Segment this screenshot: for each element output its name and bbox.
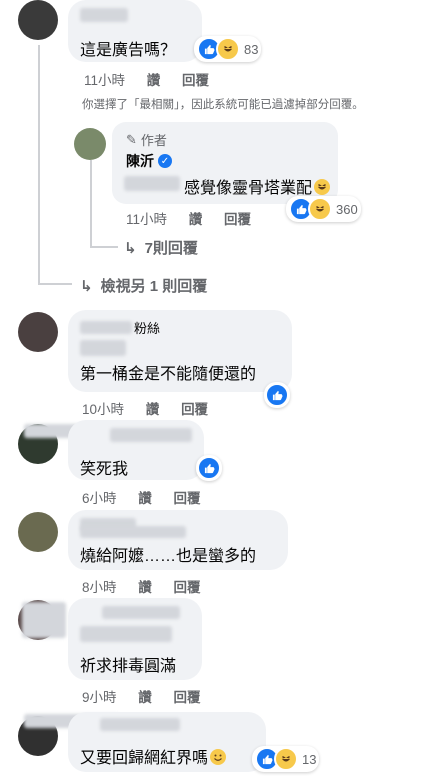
like-button[interactable]: 讚 [138, 690, 152, 705]
timestamp[interactable]: 6小時 [82, 491, 117, 506]
reply-button[interactable]: 回覆 [174, 491, 201, 506]
pencil-icon: ✎ [126, 131, 137, 147]
haha-icon [314, 179, 331, 195]
view-more-link[interactable]: ↳ 檢視另 1 則回覆 [80, 275, 207, 296]
comment-actions: 11小時 讚 回覆 [84, 69, 227, 89]
author-name[interactable] [100, 718, 180, 731]
comment-text: 這是廣告嗎？ [80, 42, 177, 59]
avatar[interactable] [18, 0, 58, 40]
timestamp[interactable]: 9小時 [82, 690, 117, 705]
author-name[interactable] [22, 602, 66, 638]
reaction-summary[interactable]: 13 [252, 746, 320, 772]
verified-badge-icon: ✓ [158, 154, 172, 168]
more-replies-link[interactable]: ↳ 7則回覆 [124, 237, 198, 258]
avatar[interactable] [18, 312, 58, 352]
author-name[interactable] [80, 8, 128, 22]
like-button[interactable]: 讚 [138, 491, 152, 506]
comment-actions: 10小時 讚 回覆 [82, 398, 226, 418]
author-name-label[interactable]: 陳沂 [126, 151, 154, 171]
reaction-count: 83 [244, 41, 259, 57]
haha-icon [274, 747, 298, 771]
reaction-summary[interactable] [264, 382, 290, 408]
comment-actions: 8小時 讚 回覆 [82, 576, 219, 596]
mention-tag[interactable] [124, 176, 180, 191]
badge-label: 作者 [140, 133, 167, 148]
reply-button[interactable]: 回覆 [174, 690, 201, 705]
reaction-summary[interactable] [196, 455, 222, 481]
reply-button[interactable]: 回覆 [181, 402, 208, 417]
reply-actions: 11小時 讚 回覆 [126, 208, 269, 228]
like-icon [265, 383, 289, 407]
like-button[interactable]: 讚 [189, 212, 203, 227]
reaction-summary[interactable]: 360 [286, 196, 361, 222]
like-icon [197, 456, 221, 480]
timestamp[interactable]: 10小時 [82, 402, 124, 417]
timestamp[interactable]: 11小時 [84, 73, 125, 88]
comment-text: 燒給阿嬤……也是蠻多的 [80, 548, 257, 565]
like-button[interactable]: 讚 [147, 73, 161, 88]
comment-text: 笑死我 [80, 461, 129, 478]
filter-note: 你選擇了「最相關」，因此系統可能已過濾掉部分回覆。 [82, 99, 364, 111]
reply-text: 感覺像靈骨塔業配 [184, 174, 331, 198]
timestamp[interactable]: 11小時 [126, 212, 167, 227]
comment-text: 祈求排毒圓滿 [80, 658, 177, 675]
haha-icon [308, 197, 332, 221]
timestamp[interactable]: 8小時 [82, 580, 117, 595]
author-name-suffix: 粉絲 [134, 321, 161, 336]
author-subtitle [80, 340, 126, 356]
more-replies-label[interactable]: 7則回覆 [145, 240, 198, 257]
author-subtitle [80, 626, 172, 642]
author-name[interactable] [102, 606, 180, 619]
reply-branch [90, 246, 118, 248]
thread-line [38, 45, 40, 285]
reply-line [90, 160, 92, 248]
reply-arrow-icon: ↳ [124, 240, 137, 257]
smile-emoji-icon [210, 749, 227, 765]
comment-text: 第一桶金是不能隨便還的 [80, 366, 257, 383]
reply-text-label: 感覺像靈骨塔業配 [184, 180, 313, 197]
author-name[interactable]: 粉絲 [80, 318, 160, 337]
reply-arrow-icon: ↳ [80, 278, 93, 295]
view-more-label[interactable]: 檢視另 1 則回覆 [101, 278, 208, 295]
reaction-count: 13 [302, 751, 317, 767]
comment-text-label: 又要回歸網紅界嗎 [80, 750, 209, 767]
reply-button[interactable]: 回覆 [224, 212, 251, 227]
author-name[interactable] [110, 428, 192, 442]
reply-button[interactable]: 回覆 [174, 580, 201, 595]
author-subtitle [80, 526, 186, 538]
avatar[interactable] [74, 128, 106, 160]
reaction-count: 360 [336, 201, 358, 217]
thread-branch [38, 283, 72, 285]
comment-text: 又要回歸網紅界嗎 [80, 744, 227, 768]
comment-actions: 6小時 讚 回覆 [82, 487, 219, 507]
reaction-summary[interactable]: 83 [194, 36, 262, 62]
author-badge: ✎ 作者 [126, 130, 167, 149]
author-name[interactable]: 陳沂 ✓ [126, 151, 172, 171]
like-button[interactable]: 讚 [138, 580, 152, 595]
like-button[interactable]: 讚 [146, 402, 160, 417]
avatar[interactable] [18, 512, 58, 552]
comment-actions: 9小時 讚 回覆 [82, 686, 219, 706]
haha-icon [216, 37, 240, 61]
reply-button[interactable]: 回覆 [182, 73, 209, 88]
